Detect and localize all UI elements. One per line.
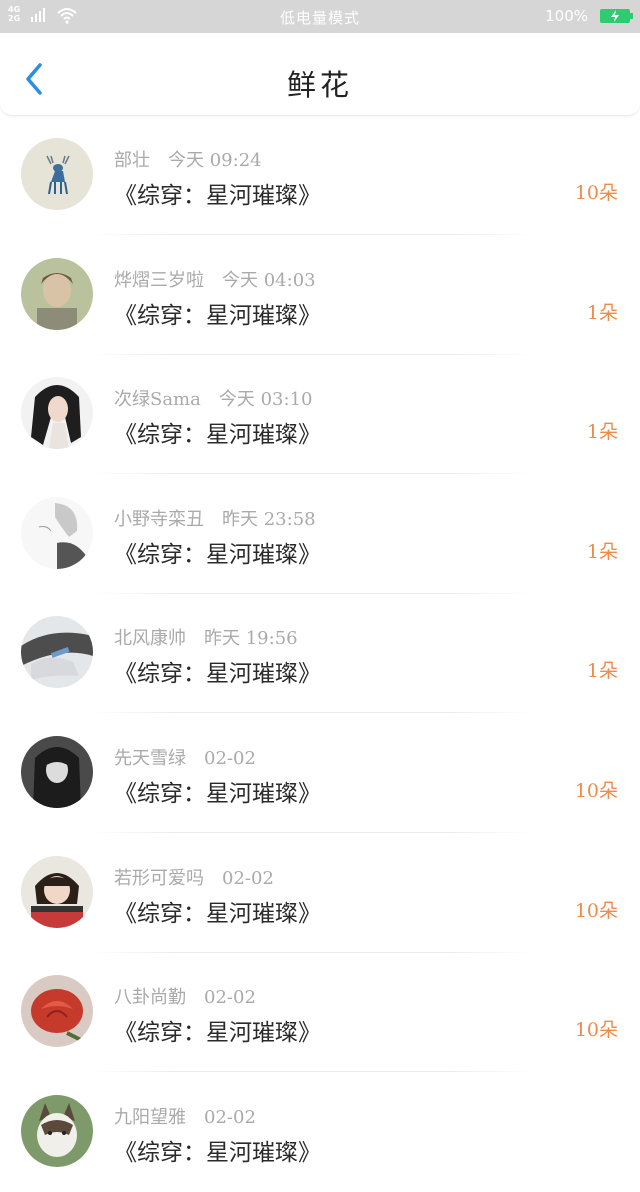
list-item[interactable]: 若形可爱吗 02-02 《综穿：星河璀璨》 10朵 [0, 834, 640, 954]
list-item[interactable]: 小野寺栾丑 昨天 23:58 《综穿：星河璀璨》 1朵 [0, 475, 640, 595]
username[interactable]: 若形可爱吗 [114, 868, 204, 889]
battery-icon [600, 9, 633, 23]
book-title[interactable]: 《综穿：星河璀璨》 [114, 415, 321, 449]
timestamp: 02-02 [204, 987, 256, 1009]
book-title[interactable]: 《综穿：星河璀璨》 [114, 654, 321, 688]
book-title[interactable]: 《综穿：星河璀璨》 [114, 774, 321, 808]
list-item[interactable]: 先天雪绿 02-02 《综穿：星河璀璨》 10朵 [0, 714, 640, 834]
list-item[interactable]: 九阳望雅 02-02 《综穿：星河璀璨》 [0, 1073, 640, 1192]
flower-count: 1朵 [586, 540, 618, 563]
book-title[interactable]: 《综穿：星河璀璨》 [114, 894, 321, 928]
power-saving-mode-label: 低电量模式 [279, 9, 360, 27]
avatar[interactable] [21, 257, 93, 330]
username[interactable]: 烨熠三岁啦 [114, 270, 204, 291]
battery-percent: 100% [545, 7, 588, 25]
list-item[interactable]: 烨熠三岁啦 今天 04:03 《综穿：星河璀璨》 1朵 [0, 236, 640, 356]
avatar[interactable] [21, 616, 93, 689]
avatar[interactable] [21, 855, 93, 928]
avatar[interactable] [21, 975, 93, 1048]
item-meta: 部壮 今天 09:24 [114, 146, 262, 172]
young-man-avatar-icon [21, 257, 93, 330]
item-meta: 九阳望雅 02-02 [114, 1103, 256, 1129]
item-meta: 八卦尚勤 02-02 [114, 983, 256, 1009]
username[interactable]: 八卦尚勤 [114, 987, 186, 1008]
timestamp: 02-02 [204, 747, 256, 769]
timestamp: 02-02 [222, 867, 274, 889]
flower-count: 1朵 [586, 421, 618, 444]
dark-hair-avatar-icon [21, 735, 93, 808]
status-bar: 4G 2G 低电量模式 100% [0, 0, 640, 33]
item-meta: 小野寺栾丑 昨天 23:58 [114, 505, 316, 531]
timestamp: 今天 03:10 [218, 389, 313, 411]
item-meta: 次绿Sama 今天 03:10 [114, 385, 312, 411]
book-title[interactable]: 《综穿：星河璀璨》 [114, 296, 321, 330]
deer-avatar-icon [21, 138, 93, 210]
username[interactable]: 先天雪绿 [114, 748, 186, 769]
item-meta: 若形可爱吗 02-02 [114, 864, 274, 890]
avatar[interactable] [21, 138, 93, 210]
list-item[interactable]: 八卦尚勤 02-02 《综穿：星河璀璨》 10朵 [0, 953, 640, 1073]
book-title[interactable]: 《综穿：星河璀璨》 [114, 1013, 321, 1047]
avatar[interactable] [21, 377, 93, 450]
flower-count: 10朵 [574, 779, 618, 802]
hand-avatar-icon [21, 616, 93, 689]
book-title[interactable]: 《综穿：星河璀璨》 [114, 176, 321, 210]
anime-girl-avatar-icon [21, 377, 93, 450]
avatar[interactable] [21, 1094, 93, 1167]
list-item[interactable]: 北风康帅 昨天 19:56 《综穿：星河璀璨》 1朵 [0, 594, 640, 714]
flower-count: 10朵 [574, 182, 618, 204]
avatar[interactable] [21, 735, 93, 808]
list-item[interactable]: 部壮 今天 09:24 《综穿：星河璀璨》 10朵 [0, 116, 640, 236]
child-avatar-icon [21, 855, 93, 928]
username[interactable]: 小野寺栾丑 [114, 509, 204, 530]
timestamp: 昨天 23:58 [222, 508, 316, 530]
flower-count: 10朵 [574, 899, 618, 922]
timestamp: 今天 09:24 [168, 150, 262, 171]
item-meta: 北风康帅 昨天 19:56 [114, 624, 298, 650]
timestamp: 今天 04:03 [222, 269, 316, 291]
avatar[interactable] [21, 496, 93, 569]
item-meta: 烨熠三岁啦 今天 04:03 [114, 266, 316, 292]
husky-avatar-icon [21, 1094, 93, 1167]
sketch-avatar-icon [21, 496, 93, 569]
nav-bar: 鲜花 [0, 33, 640, 116]
item-meta: 先天雪绿 02-02 [114, 744, 256, 770]
timestamp: 02-02 [204, 1106, 256, 1128]
flower-list: 部壮 今天 09:24 《综穿：星河璀璨》 10朵 烨熠三岁啦 今天 04:03 《… [0, 116, 640, 1192]
rose-avatar-icon [21, 975, 93, 1048]
list-item[interactable]: 次绿Sama 今天 03:10 《综穿：星河璀璨》 1朵 [0, 355, 640, 475]
book-title[interactable]: 《综穿：星河璀璨》 [114, 535, 321, 569]
flower-count: 1朵 [586, 301, 618, 324]
timestamp: 昨天 19:56 [204, 628, 298, 650]
username[interactable]: 九阳望雅 [114, 1107, 186, 1128]
flower-count: 1朵 [586, 660, 618, 683]
flower-count: 10朵 [574, 1019, 618, 1042]
username[interactable]: 次绿Sama [114, 389, 201, 410]
username[interactable]: 北风康帅 [114, 628, 186, 649]
username[interactable]: 部壮 [114, 150, 150, 171]
page-title: 鲜花 [286, 68, 353, 102]
